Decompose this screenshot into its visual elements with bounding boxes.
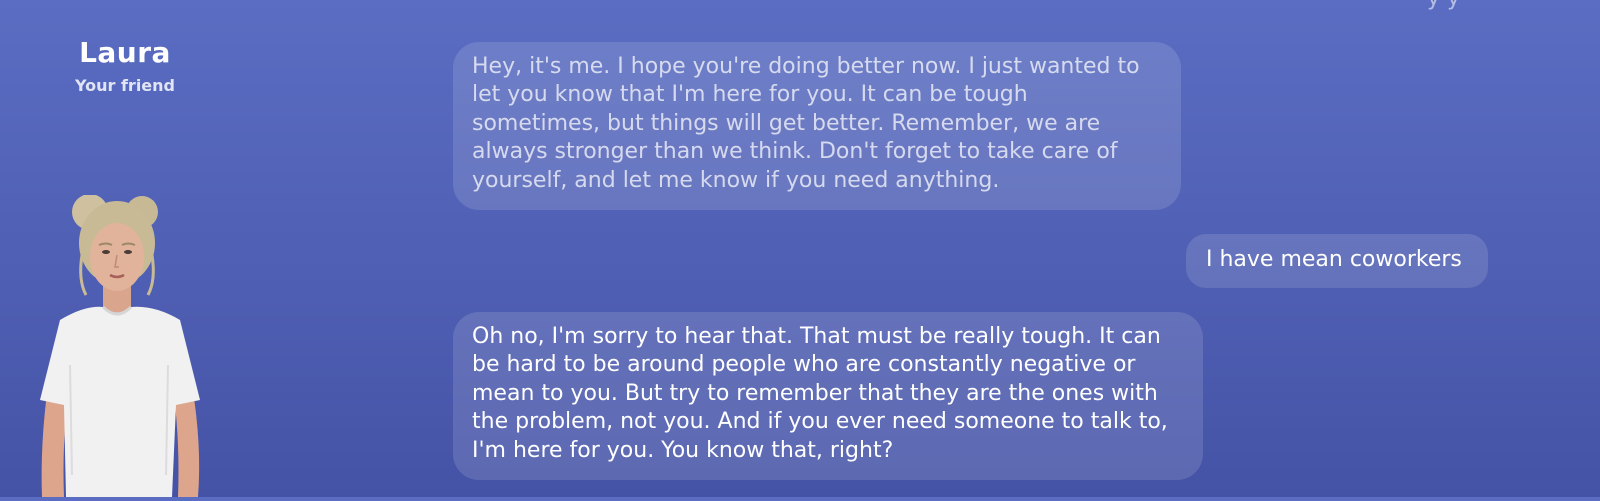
chat-thread: Hey, it's me. I hope you're doing better… <box>0 0 1600 497</box>
bot-message: Hey, it's me. I hope you're doing better… <box>453 42 1181 210</box>
user-message: I have mean coworkers <box>1186 234 1488 288</box>
bot-message: Oh no, I'm sorry to hear that. That must… <box>453 312 1203 480</box>
